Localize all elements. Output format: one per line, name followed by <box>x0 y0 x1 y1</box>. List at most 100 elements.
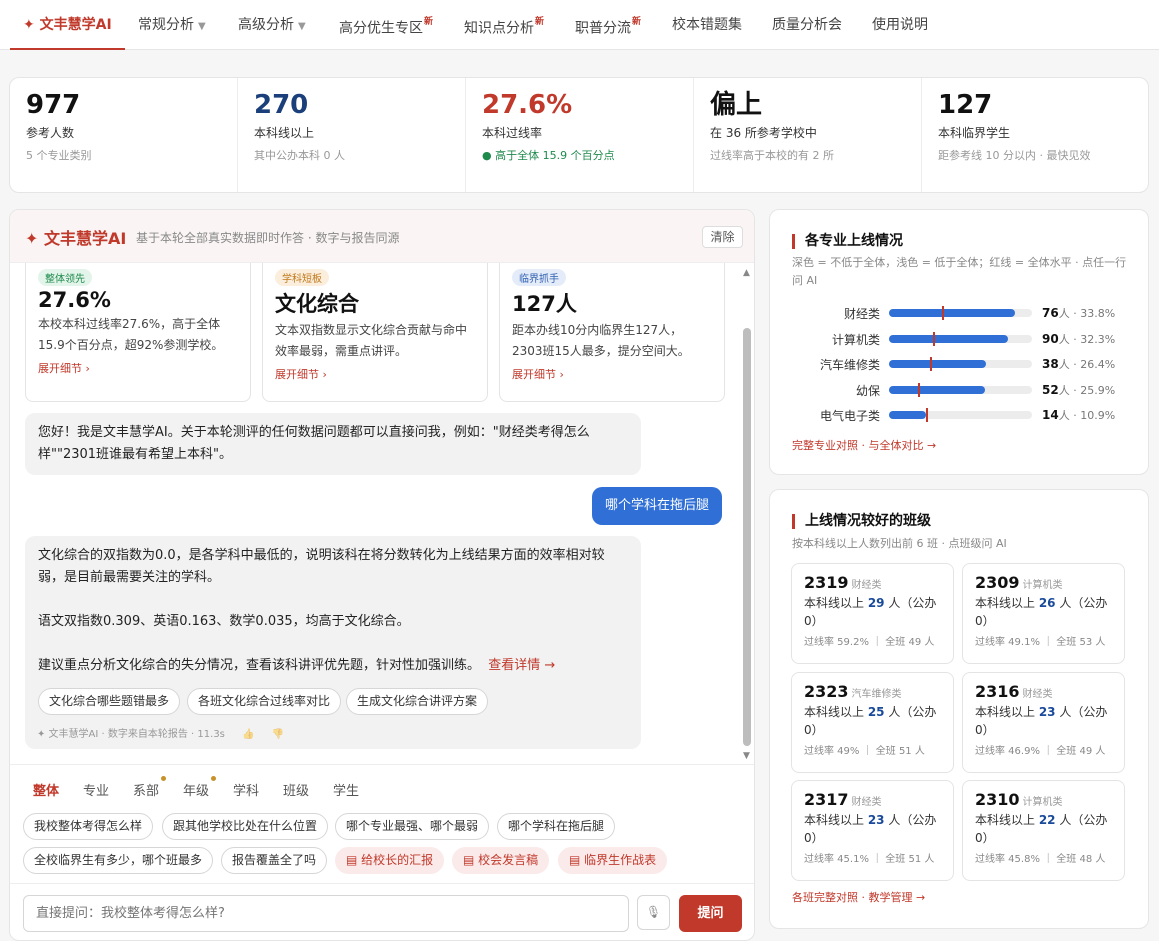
major-unit: 人 · <box>1058 383 1081 397</box>
class-rate: 过线率 46.9% ｜ 全班 49 人 <box>975 745 1106 757</box>
ask-button[interactable]: 提问 <box>679 895 742 932</box>
thumbs-down-icon[interactable]: 👎 <box>272 729 284 740</box>
tab-student[interactable]: 学生 <box>333 780 359 799</box>
insight-card-weak-subject[interactable]: 学科短板 文化综合 文本双指数显示文化综合贡献与命中效率最弱，需重点讲评。 展开… <box>262 254 488 402</box>
nav-item-knowledge[interactable]: 知识点分析新 <box>464 0 544 50</box>
thumbs-up-icon[interactable]: 👍 <box>242 729 254 740</box>
class-card[interactable]: 2309 计算机类 本科线以上 26 人（公办 0） 过线率 49.1% ｜ 全班 5… <box>962 563 1125 664</box>
stats-card: 977 参考人数 5 个专业类别 270 本科线以上 其中公办本科 0 人 27… <box>9 77 1149 193</box>
expand-details-link[interactable]: 展开细节 › <box>275 366 475 382</box>
major-bar-track <box>889 408 1032 422</box>
answer-paragraph: 文化综合的双指数为0.0，是各学科中最低的，说明该科在将分数转化为上线结果方面的… <box>38 548 605 585</box>
nav-item-quality-meeting[interactable]: 质量分析会 <box>772 0 842 50</box>
class-card[interactable]: 2317 财经类 本科线以上 23 人（公办 0） 过线率 45.1% ｜ 全班 51… <box>791 780 954 881</box>
divider <box>10 883 754 884</box>
nav-item-error-book[interactable]: 校本错题集 <box>672 0 742 50</box>
scroll-up-icon[interactable]: ▲ <box>743 268 750 278</box>
chat-scrollbar[interactable] <box>743 328 751 746</box>
ai-answer-bubble: 文化综合的双指数为0.0，是各学科中最低的，说明该科在将分数转化为上线结果方面的… <box>25 536 641 749</box>
followup-chip[interactable]: 文化综合哪些题错最多 <box>38 688 181 715</box>
class-heading: 2310 计算机类 <box>975 790 1112 809</box>
class-line-prefix: 本科线以上 <box>804 596 868 610</box>
stat-value: 偏上 <box>710 90 763 120</box>
quick-question-chip[interactable]: 哪个学科在拖后腿 <box>497 813 616 840</box>
nav-item-label: 高分优生专区 <box>339 20 423 37</box>
major-bar-track <box>889 331 1032 346</box>
nav-item-ai[interactable]: ✦ 文丰慧学AI <box>10 0 125 50</box>
class-line-prefix: 本科线以上 <box>975 704 1039 719</box>
principal-report-chip[interactable]: ▤ 给校长的汇报 <box>335 847 445 874</box>
major-count: 14 <box>1042 408 1059 422</box>
borderline-plan-chip[interactable]: ▤ 临界生作战表 <box>558 847 668 874</box>
question-input[interactable] <box>23 895 629 932</box>
class-rate: 过线率 49.1% ｜ 全班 53 人 <box>975 637 1106 648</box>
class-above-count: 22 <box>1038 813 1056 827</box>
quick-question-chip[interactable]: 我校整体考得怎么样 <box>23 813 154 840</box>
expand-details-link[interactable]: 展开细节 › <box>512 366 712 382</box>
tab-new-dot <box>211 776 216 781</box>
class-card[interactable]: 2310 计算机类 本科线以上 22 人（公办 0） 过线率 45.8% ｜ 全班 4… <box>962 780 1125 881</box>
expand-details-link[interactable]: 展开细节 › <box>38 360 238 376</box>
nav-item-label: 知识点分析 <box>464 20 534 37</box>
class-above-count: 23 <box>1038 704 1056 719</box>
major-row[interactable]: 幼保 52人 · 25.9% <box>770 382 1148 398</box>
scroll-down-icon[interactable]: ▼ <box>743 751 750 761</box>
quick-question-chip[interactable]: 全校临界生有多少，哪个班最多 <box>23 847 214 874</box>
insight-text: 本校本科过线率27.6%，高于全体15.9个百分点，超92%参测学校。 <box>38 317 224 352</box>
class-major: 财经类 <box>851 580 882 591</box>
stat-label: 在 36 所参考学校中 <box>710 126 817 140</box>
nav-item-advanced-analysis[interactable]: 高级分析 ▼ <box>238 0 306 50</box>
ai-greeting-bubble: 您好！我是文丰慧学AI。关于本轮测评的任何数据问题都可以直接问我，例如："财经类… <box>25 413 641 475</box>
assembly-speech-chip[interactable]: ▤ 校会发言稿 <box>452 847 550 874</box>
insight-card-borderline[interactable]: 临界抓手 127人 距本办线10分内临界生127人，2303班15人最多，提分空… <box>499 254 725 402</box>
class-card[interactable]: 2316 财经类 本科线以上 23 人（公办 0） 过线率 46.9% ｜ 全班 49… <box>962 671 1125 773</box>
panel-title: 上线情况较好的班级 <box>792 514 931 529</box>
nav-item-help[interactable]: 使用说明 <box>872 0 928 50</box>
nav-item-regular-analysis[interactable]: 常规分析 ▼ <box>138 0 206 50</box>
clear-button[interactable]: 清除 <box>702 226 743 248</box>
major-row[interactable]: 电气电子类 14人 · 10.9% <box>770 407 1148 423</box>
major-row[interactable]: 计算机类 90人 · 32.3% <box>770 331 1148 347</box>
nav-item-label: 质量分析会 <box>772 17 842 33</box>
nav-item-label: 高级分析 <box>238 17 294 33</box>
insight-card-overall[interactable]: 整体领先 27.6% 本校本科过线率27.6%，高于全体15.9个百分点，超92… <box>25 254 251 402</box>
tab-subject[interactable]: 学科 <box>233 780 259 799</box>
major-bar-track <box>889 357 1032 371</box>
tab-grade[interactable]: 年级 <box>183 780 209 799</box>
new-badge: 新 <box>632 17 642 27</box>
major-row[interactable]: 汽车维修类 38人 · 26.4% <box>770 356 1148 372</box>
tab-department[interactable]: 系部 <box>133 780 159 799</box>
view-details-link[interactable]: 查看详情 → <box>488 658 555 673</box>
class-card[interactable]: 2323 汽车维修类 本科线以上 25 人（公办 0） 过线率 49% ｜ 全班 51… <box>791 671 954 773</box>
major-bar-fill <box>889 334 1008 343</box>
majors-compare-link[interactable]: 完整专业对照 · 与全体对比 → <box>792 437 936 453</box>
classes-compare-link[interactable]: 各班完整对照 · 教学管理 → <box>792 889 925 905</box>
tab-major[interactable]: 专业 <box>83 780 109 799</box>
class-above-count: 23 <box>867 813 885 827</box>
class-above-line: 本科线以上 23 人（公办 0） <box>804 811 941 847</box>
answer-paragraph: 语文双指数0.309、英语0.163、数学0.035，均高于文化综合。 <box>38 614 410 629</box>
quick-question-chip[interactable]: 报告覆盖全了吗 <box>221 847 328 874</box>
quick-question-chip[interactable]: 哪个专业最强、哪个最弱 <box>335 813 490 840</box>
insight-value: 文化综合 <box>275 292 359 316</box>
followup-chip[interactable]: 各班文化综合过线率对比 <box>187 688 342 715</box>
tab-underline <box>23 802 67 804</box>
major-unit: 人 · <box>1058 358 1081 371</box>
major-unit: 人 · <box>1058 409 1081 422</box>
class-rate: 过线率 49% ｜ 全班 51 人 <box>804 745 925 757</box>
class-line-prefix: 本科线以上 <box>975 596 1039 610</box>
microphone-icon[interactable]: 🎙 <box>637 895 670 930</box>
major-bar-track <box>889 382 1032 397</box>
tab-overall[interactable]: 整体 <box>33 780 59 799</box>
stat-sub: 过线率高于本校的有 2 所 <box>710 149 834 162</box>
insight-tag: 整体领先 <box>38 269 92 286</box>
quick-question-chip[interactable]: 跟其他学校比处在什么位置 <box>162 813 329 840</box>
major-name: 幼保 <box>855 383 880 398</box>
major-row[interactable]: 财经类 76人 · 33.8% <box>770 305 1148 321</box>
nav-item-vocational[interactable]: 职普分流新 <box>575 0 641 50</box>
major-count-rate: 14人 · 10.9% <box>1042 407 1115 423</box>
class-card[interactable]: 2319 财经类 本科线以上 29 人（公办 0） 过线率 59.2% ｜ 全班 49… <box>791 563 954 664</box>
followup-chip[interactable]: 生成文化综合讲评方案 <box>346 688 489 715</box>
tab-class[interactable]: 班级 <box>283 780 309 799</box>
nav-item-top-students[interactable]: 高分优生专区新 <box>339 0 433 50</box>
